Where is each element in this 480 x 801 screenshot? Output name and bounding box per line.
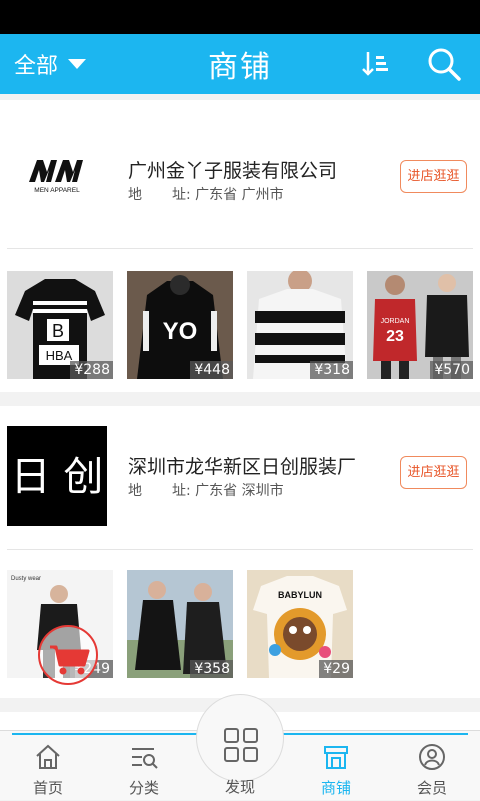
product-price: ¥448 [190, 361, 233, 379]
shop-logo-text: 日 创 [11, 454, 104, 500]
product-row: B HBA ¥288 YO ¥448 ¥318 JORDAN 23 ¥570 [0, 271, 480, 379]
home-icon [36, 744, 60, 769]
shirt-print-b: B [52, 321, 64, 341]
shop-logo: MEN APPAREL [7, 130, 107, 230]
product-thumbnail[interactable]: BABYLUN ¥29 [247, 570, 353, 678]
divider [7, 549, 473, 550]
jersey-print-jordan: JORDAN [381, 318, 410, 325]
shop-logo-text: MEN APPAREL [34, 187, 80, 194]
top-nav-bar: 全部 商铺 [0, 34, 480, 94]
address-value: 广东省 广州市 [195, 187, 284, 203]
user-icon [419, 744, 445, 770]
tab-label: 分类 [128, 779, 159, 797]
product-thumbnail[interactable]: ¥358 [127, 570, 233, 678]
tab-label: 首页 [32, 779, 63, 797]
product-thumbnail[interactable]: B HBA ¥288 [7, 271, 113, 379]
product-thumbnail[interactable]: YO ¥448 [127, 271, 233, 379]
address-key-2: 址: [172, 483, 191, 499]
shop-address: 地 址: 广东省 深圳市 [128, 480, 284, 500]
address-key-2: 址: [172, 187, 191, 203]
product-price: ¥358 [190, 660, 233, 678]
sort-icon[interactable] [360, 48, 392, 80]
address-value: 广东省 深圳市 [195, 483, 284, 499]
tab-member[interactable]: 会员 [384, 731, 480, 801]
shirt-print-hba: HBA [46, 348, 73, 363]
product-price: ¥288 [70, 361, 113, 379]
tab-label: 发现 [224, 778, 255, 796]
search-icon[interactable] [426, 46, 462, 82]
shopping-cart-icon [50, 645, 90, 675]
grid-icon [224, 728, 258, 762]
tab-label: 会员 [416, 779, 447, 797]
tab-category[interactable]: 分类 [96, 731, 192, 801]
visit-shop-button[interactable]: 进店逛逛 [400, 160, 467, 193]
shop-logo: 日 创 [7, 426, 107, 526]
tab-home[interactable]: 首页 [0, 731, 96, 801]
product-price: ¥29 [319, 660, 353, 678]
jersey-print-number: 23 [386, 328, 404, 345]
page-title: 商铺 [208, 50, 272, 85]
address-key-1: 地 [128, 187, 142, 203]
store-icon [324, 746, 348, 769]
tab-label: 商铺 [320, 779, 351, 797]
tab-store[interactable]: 商铺 [288, 731, 384, 801]
tab-discover[interactable] [196, 694, 284, 782]
hoodie-print-yo: YO [163, 318, 198, 345]
shop-name[interactable]: 广州金丫子服装有限公司 [128, 156, 337, 183]
address-key-1: 地 [128, 483, 142, 499]
product-price: ¥318 [310, 361, 353, 379]
product-thumbnail[interactable]: JORDAN 23 ¥570 [367, 271, 473, 379]
divider [7, 248, 473, 249]
product-price: ¥570 [430, 361, 473, 379]
shop-address: 地 址: 广东省 广州市 [128, 184, 284, 204]
shop-name[interactable]: 深圳市龙华新区日创服装厂 [128, 452, 356, 479]
shop-card[interactable]: MEN APPAREL 广州金丫子服装有限公司 地 址: 广东省 广州市 进店逛逛… [0, 100, 480, 392]
visit-shop-button[interactable]: 进店逛逛 [400, 456, 467, 489]
brand-watermark: Dusty wear [11, 576, 41, 582]
shirt-print-babylun: BABYLUN [278, 590, 322, 600]
shopping-cart-button[interactable] [38, 625, 98, 685]
category-list-icon [132, 748, 158, 769]
product-thumbnail[interactable]: ¥318 [247, 271, 353, 379]
status-bar [0, 0, 480, 34]
